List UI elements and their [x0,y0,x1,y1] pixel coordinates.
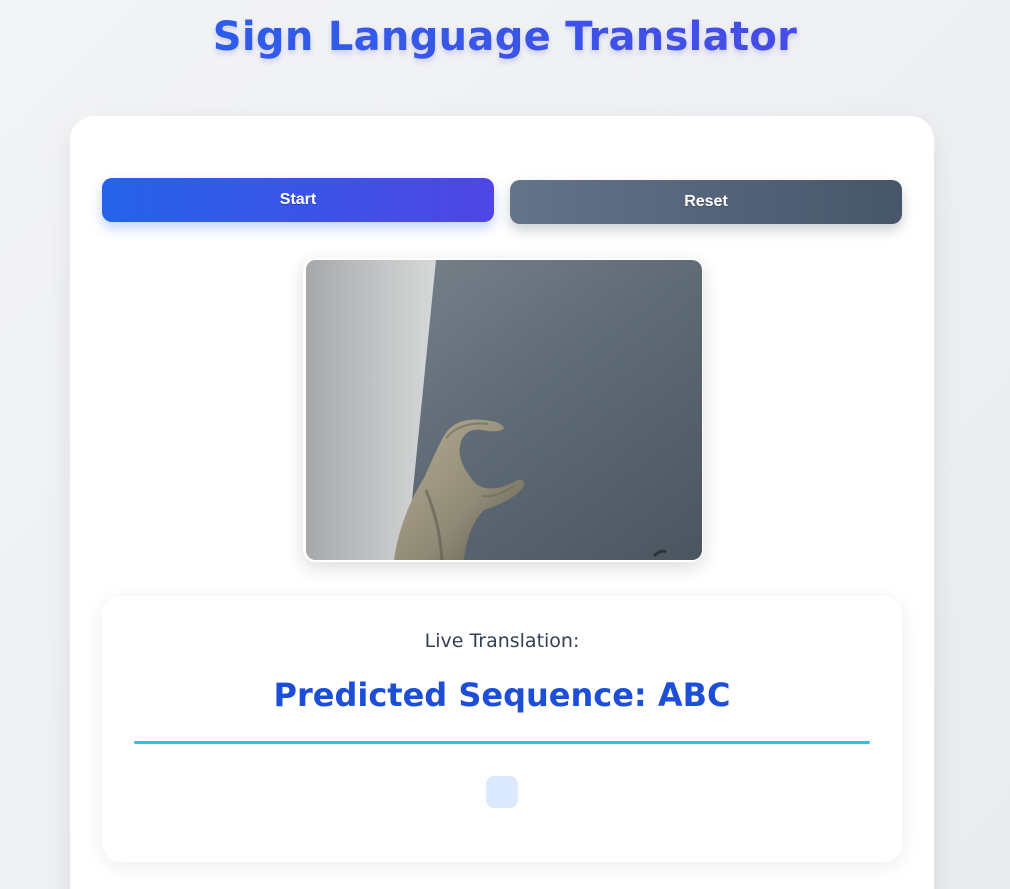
status-indicator [486,776,518,808]
translation-panel: Live Translation: Predicted Sequence: AB… [102,596,902,862]
video-frame [303,258,703,562]
page-title: Sign Language Translator [0,14,1010,60]
predicted-sequence: Predicted Sequence: ABC [273,676,731,714]
main-card: Start Reset Live Translation: Predicted … [70,116,934,889]
reset-button[interactable]: Reset [510,180,902,224]
result-divider [134,741,870,744]
webcam-video [306,260,702,560]
page: Sign Language Translator Start Reset Liv… [0,0,1010,889]
translation-label: Live Translation: [424,630,580,652]
start-button[interactable]: Start [102,178,494,222]
webcam-frame-image [306,260,702,560]
